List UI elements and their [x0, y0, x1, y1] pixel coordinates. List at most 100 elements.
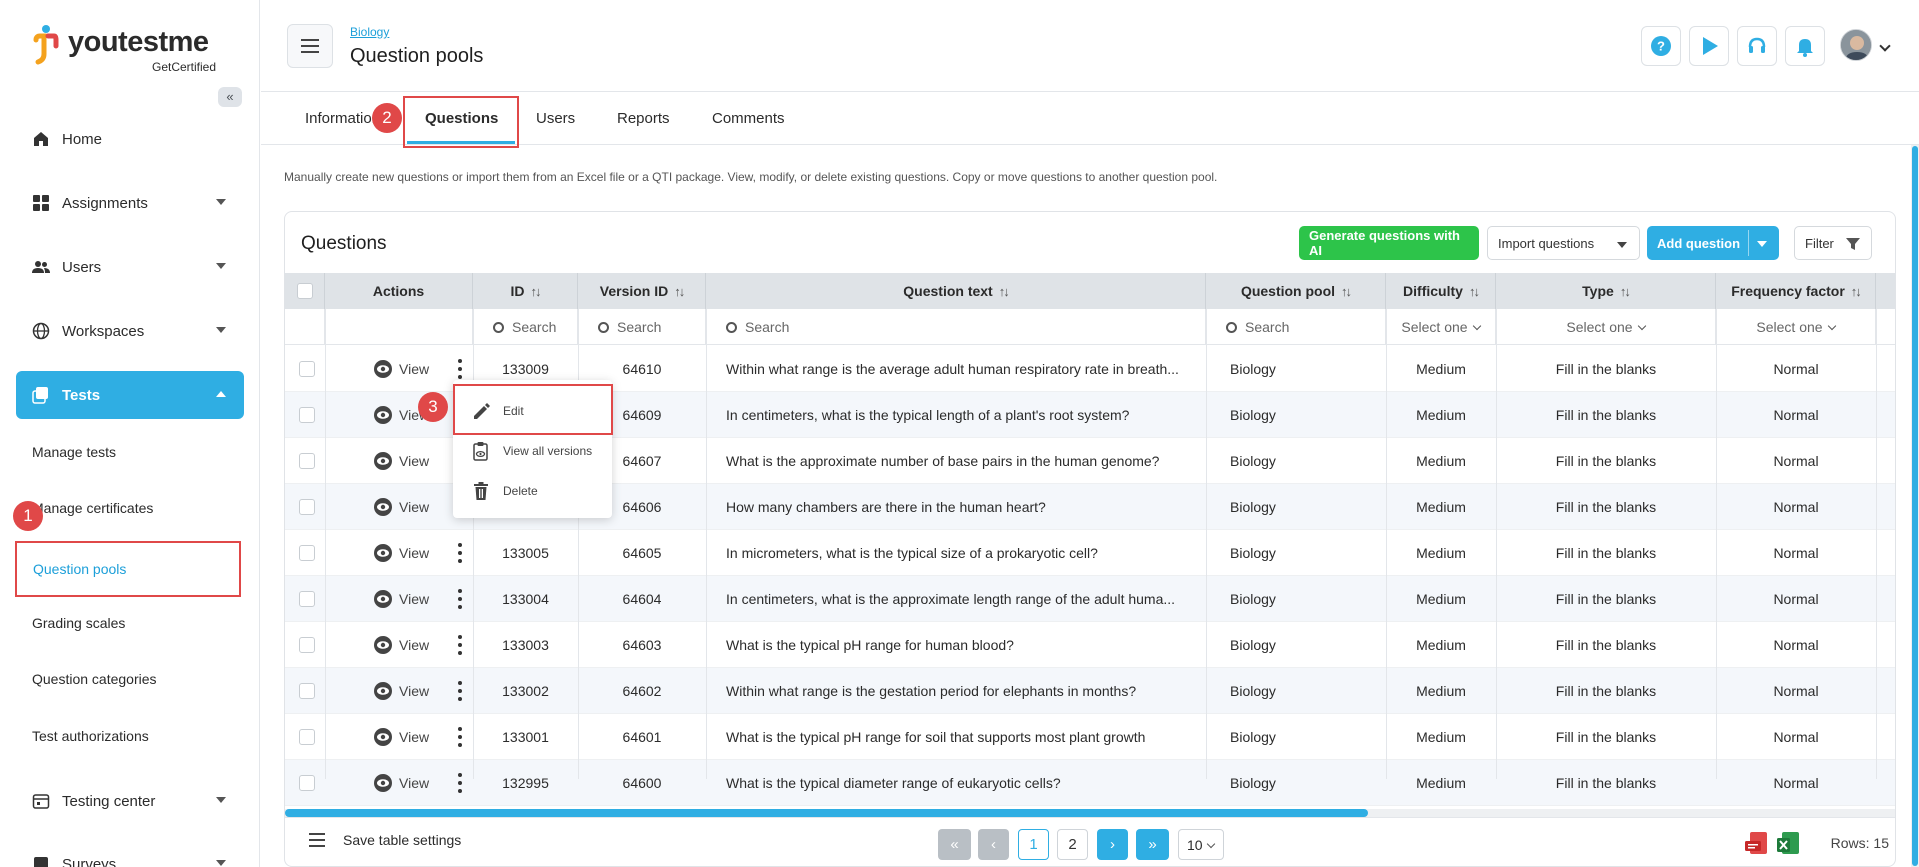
- row-checkbox[interactable]: [299, 591, 315, 607]
- question-pool-search-input[interactable]: Search: [1206, 309, 1386, 345]
- menu-item-view-all-versions[interactable]: View all versions: [453, 432, 612, 470]
- frequency-factor-select[interactable]: Select one: [1716, 309, 1876, 345]
- column-header-type[interactable]: Type ↑↓: [1496, 273, 1716, 309]
- sidebar-subitem-test-authorizations[interactable]: Test authorizations: [16, 712, 242, 760]
- support-button[interactable]: [1737, 26, 1777, 66]
- row-checkbox[interactable]: [299, 637, 315, 653]
- column-header-id[interactable]: ID ↑↓: [473, 273, 578, 309]
- cell-id: 133004: [502, 591, 549, 607]
- previous-page-button[interactable]: ‹: [978, 829, 1009, 860]
- sidebar-item-users[interactable]: Users: [16, 243, 244, 291]
- tab-users[interactable]: Users: [536, 92, 575, 146]
- row-checkbox[interactable]: [299, 775, 315, 791]
- row-checkbox[interactable]: [299, 407, 315, 423]
- column-header-frequency-factor[interactable]: Frequency factor ↑↓: [1716, 273, 1876, 309]
- user-avatar[interactable]: [1840, 29, 1872, 61]
- more-actions-icon[interactable]: [458, 589, 464, 609]
- view-question-button[interactable]: View: [373, 680, 429, 702]
- cell-question-text: What is the approximate number of base p…: [726, 453, 1160, 469]
- more-actions-icon[interactable]: [458, 543, 464, 563]
- export-excel-icon[interactable]: [1777, 832, 1801, 858]
- first-page-button[interactable]: «: [938, 829, 971, 860]
- generate-questions-ai-button[interactable]: Generate questions with AI: [1299, 226, 1479, 260]
- view-question-button[interactable]: View: [373, 450, 429, 472]
- cell-id: 133003: [502, 637, 549, 653]
- sidebar-item-tests[interactable]: Tests: [16, 371, 244, 419]
- import-questions-button[interactable]: Import questions: [1487, 226, 1640, 260]
- row-checkbox[interactable]: [299, 545, 315, 561]
- import-questions-label: Import questions: [1498, 235, 1595, 251]
- save-table-settings-button[interactable]: Save table settings: [309, 832, 461, 848]
- cell-question-pool: Biology: [1230, 683, 1276, 699]
- more-actions-icon[interactable]: [458, 681, 464, 701]
- view-question-button[interactable]: View: [373, 358, 429, 380]
- view-question-button[interactable]: View: [373, 772, 429, 794]
- sidebar-item-assignments[interactable]: Assignments: [16, 179, 244, 227]
- version-id-search-input[interactable]: Search: [578, 309, 706, 345]
- row-checkbox[interactable]: [299, 499, 315, 515]
- more-actions-icon[interactable]: [458, 773, 464, 793]
- more-actions-icon[interactable]: [458, 727, 464, 747]
- breadcrumb-biology[interactable]: Biology: [350, 25, 389, 39]
- row-checkbox[interactable]: [299, 683, 315, 699]
- column-header-question-pool[interactable]: Question pool ↑↓: [1206, 273, 1386, 309]
- view-question-button[interactable]: View: [373, 542, 429, 564]
- notifications-button[interactable]: [1785, 26, 1825, 66]
- sort-icon: ↑↓: [674, 284, 685, 299]
- last-page-button[interactable]: »: [1136, 829, 1169, 860]
- sidebar: youtestme GetCertified « Home Assignment…: [0, 0, 260, 867]
- tab-reports[interactable]: Reports: [617, 92, 670, 146]
- caret-down-icon[interactable]: [1757, 241, 1767, 247]
- row-checkbox[interactable]: [299, 361, 315, 377]
- vertical-scrollbar-thumb[interactable]: [1912, 146, 1918, 866]
- horizontal-scrollbar-thumb[interactable]: [285, 809, 1368, 817]
- help-button[interactable]: ?: [1641, 26, 1681, 66]
- select-all-checkbox[interactable]: [297, 283, 313, 299]
- horizontal-scrollbar[interactable]: [285, 809, 1895, 817]
- column-header-question-text[interactable]: Question text ↑↓: [706, 273, 1206, 309]
- view-label: View: [399, 637, 430, 653]
- column-header-difficulty[interactable]: Difficulty ↑↓: [1386, 273, 1496, 309]
- menu-item-delete[interactable]: Delete: [453, 472, 612, 510]
- sidebar-subitem-question-pools[interactable]: Question pools: [15, 541, 241, 597]
- help-icon: ?: [1651, 36, 1671, 56]
- id-search-input[interactable]: Search: [473, 309, 578, 345]
- app-logo[interactable]: youtestme GetCertified: [32, 22, 232, 74]
- menu-toggle-button[interactable]: [287, 24, 333, 68]
- vertical-scrollbar[interactable]: [1911, 145, 1919, 867]
- sidebar-subitem-grading-scales[interactable]: Grading scales: [16, 599, 242, 647]
- page-1-button[interactable]: 1: [1018, 829, 1049, 860]
- row-checkbox[interactable]: [299, 453, 315, 469]
- question-text-search-input[interactable]: Search: [706, 309, 1206, 345]
- sidebar-item-workspaces[interactable]: Workspaces: [16, 307, 244, 355]
- next-page-button[interactable]: ›: [1097, 829, 1128, 860]
- more-actions-icon[interactable]: [458, 359, 464, 379]
- difficulty-select[interactable]: Select one: [1386, 309, 1496, 345]
- play-tutorial-button[interactable]: [1689, 26, 1729, 66]
- table-row: View 133004 64604 In centimeters, what i…: [285, 576, 1895, 622]
- view-question-button[interactable]: View: [373, 726, 429, 748]
- tab-comments[interactable]: Comments: [712, 92, 785, 146]
- sidebar-item-testing-center[interactable]: Testing center: [16, 777, 244, 825]
- chevron-down-icon[interactable]: [1879, 40, 1891, 52]
- tab-information[interactable]: Information: [305, 92, 380, 146]
- more-actions-icon[interactable]: [458, 635, 464, 655]
- export-pdf-icon[interactable]: [1745, 832, 1769, 858]
- sidebar-subitem-question-categories[interactable]: Question categories: [16, 655, 242, 703]
- sidebar-item-home[interactable]: Home: [16, 115, 244, 163]
- view-question-button[interactable]: View: [373, 496, 429, 518]
- row-checkbox[interactable]: [299, 729, 315, 745]
- sidebar-item-surveys[interactable]: Surveys: [16, 840, 244, 867]
- column-header-version-id[interactable]: Version ID ↑↓: [578, 273, 706, 309]
- view-question-button[interactable]: View: [373, 634, 429, 656]
- sidebar-subitem-manage-tests[interactable]: Manage tests: [16, 428, 242, 476]
- rows-per-page-select[interactable]: 10: [1178, 829, 1224, 860]
- view-question-button[interactable]: View: [373, 588, 429, 610]
- add-question-button[interactable]: Add question: [1647, 226, 1779, 260]
- page-2-button[interactable]: 2: [1057, 829, 1088, 860]
- type-select[interactable]: Select one: [1496, 309, 1716, 345]
- filter-button[interactable]: Filter: [1794, 226, 1872, 260]
- sidebar-subitem-manage-certificates[interactable]: Manage certificates: [16, 484, 242, 532]
- collapse-sidebar-button[interactable]: «: [218, 87, 242, 107]
- column-divider: [1716, 309, 1717, 779]
